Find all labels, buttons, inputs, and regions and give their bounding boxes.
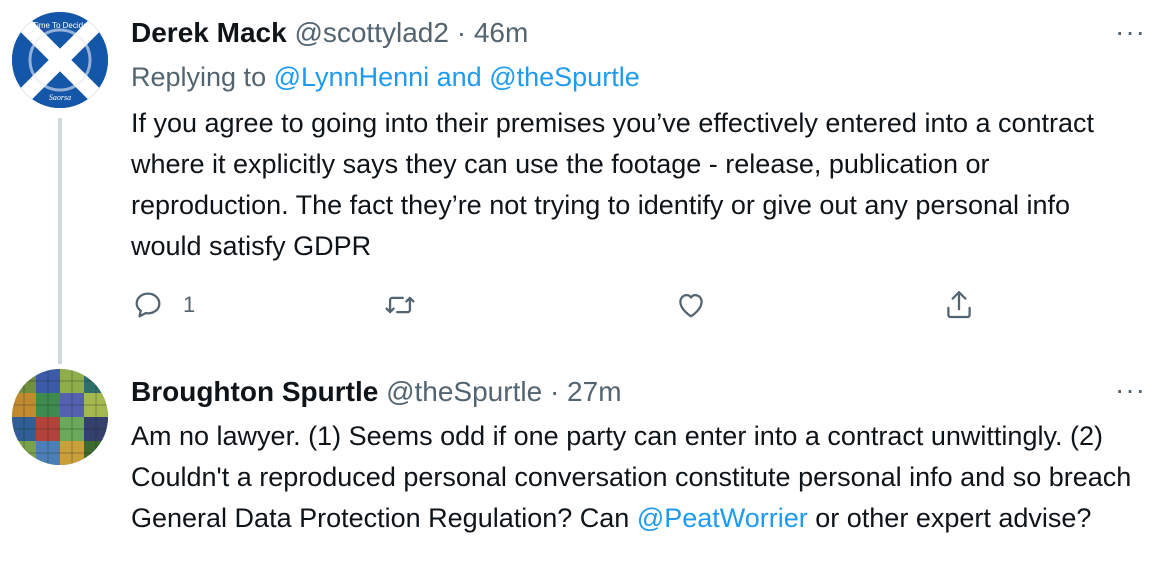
share-button[interactable] [942, 287, 976, 323]
more-options-icon[interactable]: ··· [1115, 18, 1146, 46]
mosaic-avatar-image [12, 369, 108, 465]
tweet-text-part2: or other expert advise? [807, 503, 1092, 533]
avatar-text-top: Time To Decide [32, 21, 88, 30]
heart-icon [679, 293, 703, 318]
tweet-text: If you agree to going into their premise… [131, 108, 1095, 261]
tweet-actions: 1 [131, 287, 981, 323]
display-name[interactable]: Broughton Spurtle [131, 376, 378, 407]
display-name[interactable]: Derek Mack [131, 17, 287, 48]
retweet-button[interactable] [383, 287, 417, 323]
tweet-derek-mack[interactable]: Time To Decide Saorsa Derek Mack @scotty… [0, 0, 1164, 364]
mention-link-thespurtle[interactable]: @theSpurtle [489, 62, 640, 92]
separator: · [549, 376, 560, 407]
mention-link-lynnhenni[interactable]: @LynnHenni [274, 62, 430, 92]
avatar[interactable] [12, 369, 108, 465]
avatar[interactable]: Time To Decide Saorsa [12, 12, 108, 108]
avatar-text-bottom: Saorsa [49, 93, 71, 102]
handle[interactable]: @theSpurtle [386, 376, 542, 407]
timestamp[interactable]: 46m [474, 17, 528, 48]
replying-to: Replying to @LynnHenni and @theSpurtle [131, 60, 640, 94]
handle[interactable]: @scottylad2 [294, 17, 449, 48]
like-button[interactable] [674, 287, 708, 323]
saltire-flag-icon: Time To Decide Saorsa [12, 12, 108, 108]
reply-button[interactable]: 1 [131, 287, 195, 323]
tweet-broughton-spurtle[interactable]: Broughton Spurtle @theSpurtle · 27m ··· … [0, 360, 1164, 584]
share-icon [947, 291, 971, 319]
tweet-text: Am no lawyer. (1) Seems odd if one party… [131, 416, 1141, 539]
more-options-icon[interactable]: ··· [1115, 376, 1146, 404]
retweet-icon [385, 296, 415, 314]
timestamp[interactable]: 27m [567, 376, 621, 407]
tweet-header: Broughton Spurtle @theSpurtle · 27m [131, 375, 622, 409]
reply-count: 1 [183, 292, 196, 317]
replying-and[interactable]: and [437, 62, 482, 92]
replying-to-label: Replying to [131, 62, 267, 92]
mention-link-peatworrier[interactable]: @PeatWorrier [637, 503, 808, 533]
tweet-header: Derek Mack @scottylad2 · 46m [131, 16, 528, 50]
separator: · [456, 17, 467, 48]
reply-icon [135, 292, 161, 318]
thread-line [58, 118, 62, 364]
